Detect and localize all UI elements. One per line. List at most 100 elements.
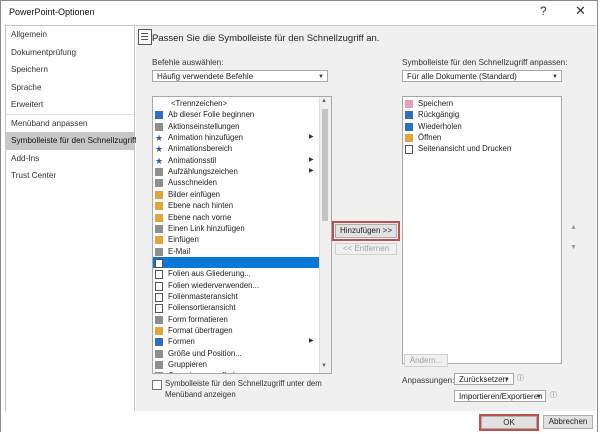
command-label: Animation hinzufügen: [168, 133, 243, 143]
command-label: Bilder einfügen: [168, 189, 221, 199]
save-icon: [405, 100, 413, 108]
command-row[interactable]: Format übertragen: [153, 325, 319, 336]
command-row[interactable]: Formen ▶: [153, 336, 319, 347]
command-label: Ausschneiden: [168, 178, 217, 188]
command-row[interactable]: Folien wiederverwenden...: [153, 280, 319, 291]
show-below-ribbon-checkbox[interactable]: [152, 380, 162, 390]
command-label: Animationsbereich: [168, 144, 233, 154]
nav-item[interactable]: Speichern: [6, 61, 134, 79]
redo-icon: [405, 122, 413, 131]
command-row[interactable]: Wiederholen: [403, 121, 561, 132]
commands-dropdown[interactable]: Häufig verwendete Befehle ▼: [152, 70, 328, 82]
submenu-arrow-icon: ▶: [309, 134, 314, 141]
main-panel: Passen Sie die Symbolleiste für den Schn…: [136, 25, 596, 412]
slideshow-icon: [155, 111, 163, 120]
command-row[interactable]: ★ Animationsbereich: [153, 143, 319, 154]
window-title: PowerPoint-Optionen: [9, 7, 95, 17]
command-row[interactable]: Gruppierung aufheben: [153, 370, 319, 373]
quick-access-toolbar-icon: [138, 29, 152, 45]
document-scope-value: Für alle Dokumente (Standard): [407, 72, 517, 81]
selected-command-row[interactable]: [153, 256, 319, 269]
command-row[interactable]: ★ Animationsstil ▶: [153, 155, 319, 166]
commands-scrollbar[interactable]: ▲ ▼: [319, 97, 331, 373]
command-row[interactable]: Ab dieser Folie beginnen: [153, 109, 319, 120]
scroll-down-icon[interactable]: ▼: [321, 363, 327, 369]
command-label: Animationsstil: [168, 155, 217, 165]
command-label: Ab dieser Folie beginnen: [168, 110, 255, 120]
command-row[interactable]: ★ Animation hinzufügen ▶: [153, 132, 319, 143]
command-row[interactable]: Bilder einfügen: [153, 189, 319, 200]
reset-dropdown[interactable]: Zurücksetzen ▼: [454, 373, 514, 385]
nav-item[interactable]: Menüband anpassen: [6, 113, 134, 133]
command-row[interactable]: Speichern: [403, 98, 561, 109]
command-row[interactable]: Ebene nach hinten: [153, 200, 319, 211]
command-row[interactable]: Ausschneiden: [153, 177, 319, 188]
command-row[interactable]: Folienmasteransicht: [153, 291, 319, 302]
scroll-thumb[interactable]: [322, 109, 328, 221]
doc-icon: [155, 270, 163, 280]
toolbar-commands-list[interactable]: Speichern Rückgängig Wiederholen Öffnen Seit…: [402, 96, 562, 364]
modify-button[interactable]: Ändern...: [404, 354, 448, 367]
cancel-button[interactable]: Abbrechen: [543, 415, 593, 429]
command-row[interactable]: Aktionseinstellungen: [153, 121, 319, 132]
command-label: Gruppieren: [168, 360, 208, 370]
close-icon[interactable]: ✕: [575, 3, 586, 19]
nav-item[interactable]: Dokumentprüfung: [6, 44, 134, 62]
slide-icon: [155, 258, 163, 268]
command-row[interactable]: Öffnen: [403, 132, 561, 143]
command-row[interactable]: Aufzählungszeichen ▶: [153, 166, 319, 177]
commands-list[interactable]: <Trennzeichen> Ab dieser Folie beginnen Ak…: [152, 96, 332, 374]
move-up-icon[interactable]: ▲: [570, 224, 577, 231]
commands-label: Befehle auswählen:: [152, 58, 224, 67]
command-label: <Trennzeichen>: [171, 99, 228, 108]
command-row[interactable]: Folien aus Gliederung...: [153, 268, 319, 280]
import-export-dropdown[interactable]: Importieren/Exportieren ▼: [454, 390, 546, 402]
command-row[interactable]: Foliensortieransicht: [153, 302, 319, 314]
star-icon: ★: [155, 144, 164, 155]
nav-item[interactable]: Erweitert: [6, 96, 134, 114]
command-label: Rückgängig: [418, 110, 460, 120]
scroll-up-icon[interactable]: ▲: [321, 98, 327, 104]
category-nav: Allgemein Dokumentprüfung Speichern Sprache…: [5, 25, 136, 413]
chevron-down-icon: ▼: [552, 74, 558, 80]
title-bar: PowerPoint-Optionen ? ✕: [1, 1, 597, 23]
nav-item[interactable]: Sprache: [6, 79, 134, 97]
info-icon[interactable]: ⓘ: [517, 373, 524, 383]
command-row[interactable]: Seitenansicht und Drucken: [403, 143, 561, 155]
undo-icon: [405, 111, 413, 120]
command-label: Foliensortieransicht: [168, 303, 236, 313]
move-down-icon[interactable]: ▼: [570, 244, 577, 251]
add-button[interactable]: Hinzufügen >>: [335, 224, 397, 238]
nav-item[interactable]: Allgemein: [6, 26, 134, 44]
checkbox-label-line2: Menüband anzeigen: [165, 390, 236, 399]
command-row[interactable]: E-Mail: [153, 246, 319, 257]
nav-item[interactable]: Symbolleiste für den Schnellzugriff: [6, 132, 136, 150]
scissors-icon: [155, 179, 163, 188]
command-row[interactable]: Einfügen: [153, 234, 319, 245]
command-row[interactable]: Einen Link hinzufügen: [153, 223, 319, 234]
command-label: Format übertragen: [168, 326, 233, 335]
help-icon[interactable]: ?: [540, 4, 547, 18]
command-row[interactable]: Rückgängig: [403, 109, 561, 120]
bullets-icon: [155, 168, 163, 177]
nav-item[interactable]: Add-Ins: [6, 150, 134, 168]
command-row[interactable]: Gruppieren: [153, 359, 319, 370]
command-row[interactable]: Ebene nach vorne: [153, 212, 319, 223]
ok-button[interactable]: OK: [481, 416, 537, 429]
remove-button[interactable]: << Entfernen: [335, 243, 397, 255]
doc-icon: [155, 292, 163, 302]
doc-icon: [155, 281, 163, 291]
shapes-icon: [155, 338, 163, 347]
star-icon: ★: [155, 133, 164, 144]
command-row[interactable]: Größe und Position...: [153, 348, 319, 359]
brush-icon: [155, 327, 163, 335]
action-icon: [155, 122, 163, 131]
chevron-down-icon: ▼: [536, 394, 542, 400]
command-label: Aufzählungszeichen: [168, 167, 238, 177]
info-icon[interactable]: ⓘ: [550, 390, 557, 400]
command-row[interactable]: <Trennzeichen>: [153, 98, 319, 109]
nav-item[interactable]: Trust Center: [6, 167, 134, 185]
command-row[interactable]: Form formatieren: [153, 314, 319, 325]
document-scope-dropdown[interactable]: Für alle Dokumente (Standard) ▼: [402, 70, 562, 82]
command-label: Folien aus Gliederung...: [168, 269, 251, 279]
